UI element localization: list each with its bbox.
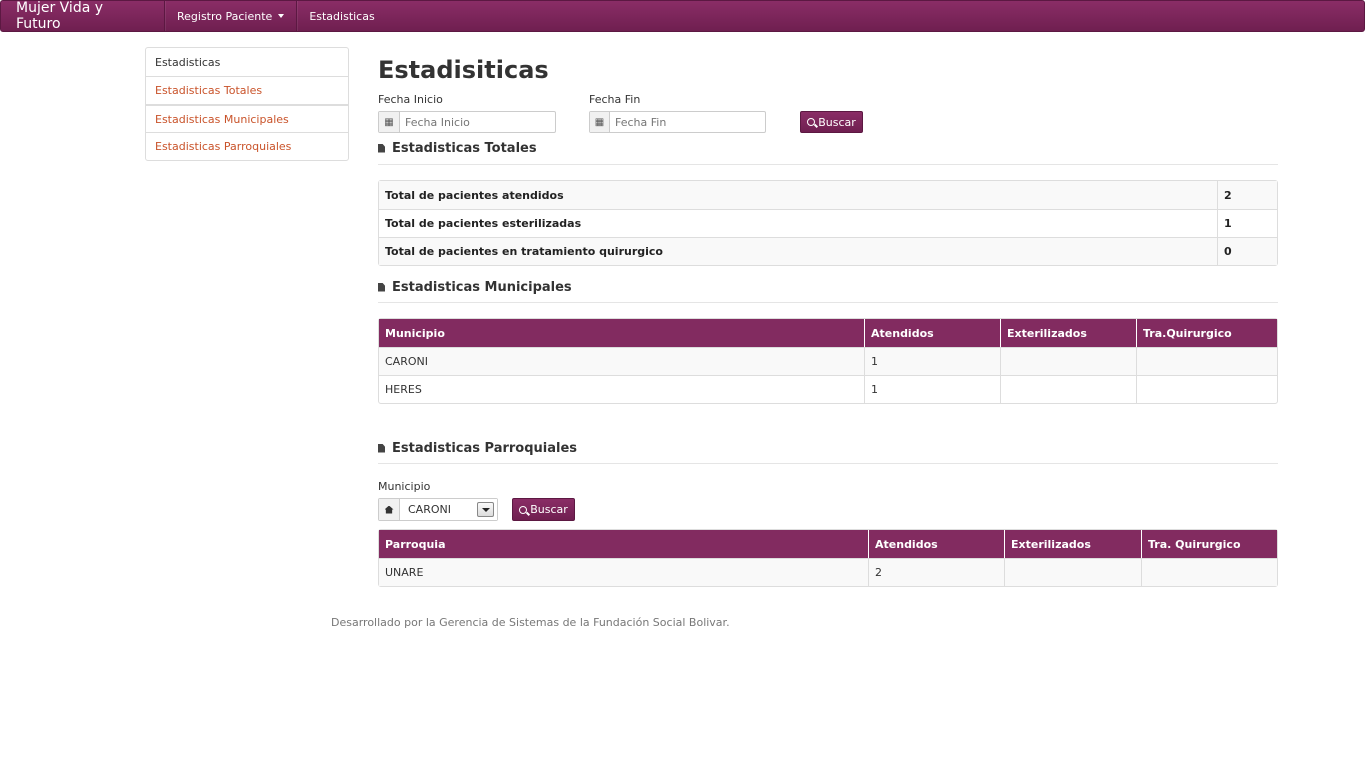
table-cell: Total de pacientes esterilizadas bbox=[379, 209, 1217, 237]
brand-title[interactable]: Mujer Vida y Futuro bbox=[1, 0, 164, 32]
table-cell bbox=[1136, 375, 1277, 403]
top-navbar: Mujer Vida y Futuro Registro Paciente Es… bbox=[0, 0, 1365, 32]
divider bbox=[378, 463, 1278, 464]
totales-heading: Estadisticas Totales bbox=[378, 138, 1278, 158]
column-header: Municipio bbox=[379, 319, 864, 347]
footer-text: Desarrollado por la Gerencia de Sistemas… bbox=[331, 616, 730, 629]
parroquiales-table: Parroquia Atendidos Exterilizados Tra. Q… bbox=[378, 529, 1278, 587]
table-cell bbox=[1004, 558, 1141, 586]
fecha-inicio-group: ▦ bbox=[378, 111, 556, 133]
table-header-row: Municipio Atendidos Exterilizados Tra.Qu… bbox=[379, 319, 1277, 347]
caret-down-icon bbox=[278, 14, 285, 18]
fecha-fin-group: ▦ bbox=[589, 111, 766, 133]
search-icon bbox=[519, 505, 528, 514]
totales-table: Total de pacientes atendidos 2 Total de … bbox=[378, 180, 1278, 266]
home-icon bbox=[384, 505, 394, 514]
chevron-down-icon bbox=[477, 502, 494, 517]
column-header: Tra. Quirurgico bbox=[1141, 530, 1277, 558]
table-row: UNARE 2 bbox=[379, 558, 1277, 586]
sidebar-item-municipales[interactable]: Estadisticas Municipales bbox=[146, 104, 348, 132]
sidebar-item-parroquiales[interactable]: Estadisticas Parroquiales bbox=[146, 132, 348, 160]
nav-registro-paciente-label: Registro Paciente bbox=[177, 9, 273, 23]
sidebar: Estadisticas Estadisticas Totales Estadi… bbox=[145, 47, 349, 161]
column-header: Exterilizados bbox=[1004, 530, 1141, 558]
table-cell: 1 bbox=[864, 375, 1000, 403]
table-cell: Total de pacientes en tratamiento quirur… bbox=[379, 237, 1217, 265]
fecha-inicio-input[interactable] bbox=[400, 112, 555, 132]
table-cell: 1 bbox=[1217, 209, 1277, 237]
column-header: Atendidos bbox=[868, 530, 1004, 558]
municipio-label: Municipio bbox=[378, 480, 431, 493]
column-header: Parroquia bbox=[379, 530, 868, 558]
table-row: CARONI 1 bbox=[379, 347, 1277, 375]
table-cell: CARONI bbox=[379, 347, 864, 375]
municipio-select-value: CARONI bbox=[408, 503, 451, 516]
divider bbox=[378, 164, 1278, 165]
fecha-inicio-label: Fecha Inicio bbox=[378, 93, 443, 106]
table-cell: 1 bbox=[864, 347, 1000, 375]
table-header-row: Parroquia Atendidos Exterilizados Tra. Q… bbox=[379, 530, 1277, 558]
municipio-select-group: CARONI bbox=[378, 498, 498, 521]
document-icon bbox=[378, 143, 385, 153]
table-row: HERES 1 bbox=[379, 375, 1277, 403]
fecha-fin-input[interactable] bbox=[610, 112, 765, 132]
table-cell: 2 bbox=[1217, 181, 1277, 209]
table-cell bbox=[1000, 347, 1136, 375]
municipio-select[interactable]: CARONI bbox=[400, 499, 497, 520]
calendar-icon: ▦ bbox=[379, 112, 400, 132]
table-cell: 0 bbox=[1217, 237, 1277, 265]
calendar-icon: ▦ bbox=[590, 112, 610, 132]
table-row: Total de pacientes en tratamiento quirur… bbox=[379, 237, 1277, 265]
search-icon bbox=[807, 118, 816, 126]
column-header: Exterilizados bbox=[1000, 319, 1136, 347]
page-title: Estadisiticas bbox=[378, 56, 549, 84]
divider bbox=[378, 302, 1278, 303]
buscar-municipio-button[interactable]: Buscar bbox=[512, 498, 575, 521]
buscar-fechas-button[interactable]: Buscar bbox=[800, 111, 863, 133]
municipales-heading-text: Estadisticas Municipales bbox=[392, 279, 572, 295]
sidebar-header: Estadisticas bbox=[155, 55, 221, 69]
parroquiales-heading-text: Estadisticas Parroquiales bbox=[392, 440, 578, 456]
document-icon bbox=[378, 282, 385, 292]
table-cell bbox=[1136, 347, 1277, 375]
buscar-label: Buscar bbox=[530, 503, 568, 516]
nav-estadisticas[interactable]: Estadisticas bbox=[296, 1, 386, 31]
column-header: Atendidos bbox=[864, 319, 1000, 347]
table-row: Total de pacientes esterilizadas 1 bbox=[379, 209, 1277, 237]
table-cell: 2 bbox=[868, 558, 1004, 586]
table-cell bbox=[1141, 558, 1277, 586]
document-icon bbox=[378, 443, 385, 453]
municipales-table: Municipio Atendidos Exterilizados Tra.Qu… bbox=[378, 318, 1278, 404]
parroquiales-heading: Estadisticas Parroquiales bbox=[378, 438, 1278, 458]
home-icon-addon bbox=[379, 499, 400, 520]
column-header: Tra.Quirurgico bbox=[1136, 319, 1277, 347]
table-cell: HERES bbox=[379, 375, 864, 403]
municipales-heading: Estadisticas Municipales bbox=[378, 277, 1278, 297]
totales-heading-text: Estadisticas Totales bbox=[392, 140, 537, 156]
table-cell: UNARE bbox=[379, 558, 868, 586]
buscar-label: Buscar bbox=[818, 115, 856, 129]
sidebar-item-totales[interactable]: Estadisticas Totales bbox=[146, 76, 348, 104]
table-cell bbox=[1000, 375, 1136, 403]
nav-registro-paciente[interactable]: Registro Paciente bbox=[164, 1, 296, 31]
table-cell: Total de pacientes atendidos bbox=[379, 181, 1217, 209]
fecha-fin-label: Fecha Fin bbox=[589, 93, 641, 106]
table-row: Total de pacientes atendidos 2 bbox=[379, 181, 1277, 209]
